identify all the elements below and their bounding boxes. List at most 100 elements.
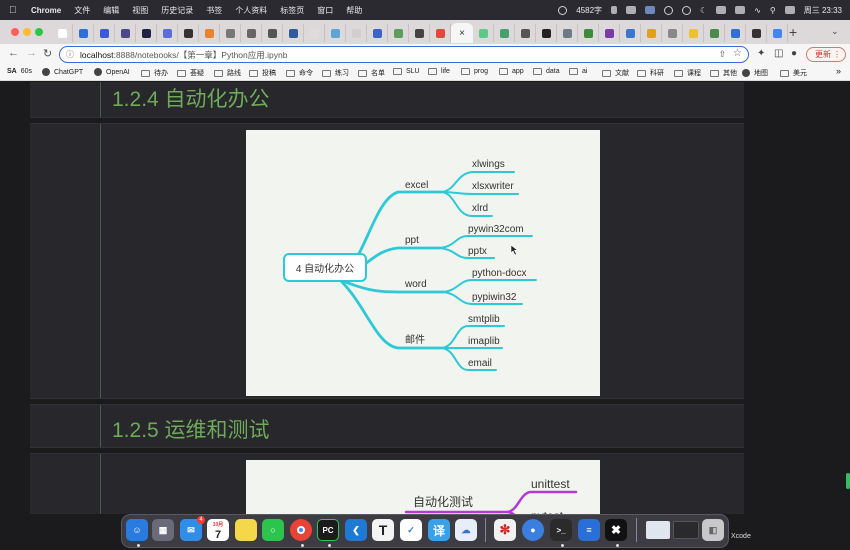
bookmark-item[interactable]: 待办 [141,68,168,78]
finder-icon[interactable]: ☺ [126,519,148,541]
profile-avatar-icon[interactable]: ● [791,48,797,59]
browser-tab[interactable] [641,24,662,42]
bookmark-item[interactable]: 练习 [322,68,349,78]
browser-tab[interactable] [725,24,746,42]
browser-tab[interactable] [578,24,599,42]
menu-profiles[interactable]: 个人资料 [235,5,267,16]
bookmark-item[interactable]: SLU [393,68,420,75]
browser-tab[interactable] [94,24,115,42]
menu-file[interactable]: 文件 [74,5,90,16]
address-url[interactable]: localhost:8888/notebooks/【第一章】Python应用.i… [80,49,287,61]
share-icon[interactable]: ⇧ [718,49,726,60]
menu-app-name[interactable]: Chrome [31,6,61,15]
bookmark-item[interactable]: 路线 [214,68,241,78]
acrobat-icon[interactable]: ✼ [494,519,516,541]
bookmark-item[interactable]: life [428,68,450,75]
typora-icon[interactable]: T [372,519,394,541]
browser-tab[interactable] [220,24,241,42]
browser-tab[interactable] [178,24,199,42]
bookmark-item[interactable]: 其他 [710,68,737,78]
browser-tab[interactable] [599,24,620,42]
bookmarks-overflow-button[interactable]: » [836,66,841,76]
close-window-button[interactable] [11,28,19,36]
browser-tab[interactable] [346,24,367,42]
menu-help[interactable]: 帮助 [346,5,362,16]
launchpad-icon[interactable]: ▦ [152,519,174,541]
browser-tab[interactable] [494,24,515,42]
address-bar[interactable]: ⓘ localhost:8888/notebooks/【第一章】Python应用… [59,46,749,63]
bookmark-item[interactable]: 名单 [358,68,385,78]
markdown-cell-office-mindmap[interactable]: 4 自动化办公 excel ppt word 邮件 xlwings xlsxwr… [30,123,744,399]
side-panel-icon[interactable]: ◫ [774,48,783,59]
menu-edit[interactable]: 编辑 [103,5,119,16]
translate-app-icon[interactable]: 译 [428,519,450,541]
back-button[interactable]: ← [8,47,19,59]
tab-close-icon[interactable]: × [459,28,465,39]
side-widget[interactable] [846,473,850,489]
bookmark-item[interactable]: 科研 [637,68,664,78]
browser-tab[interactable] [304,24,325,42]
browser-tab[interactable] [620,24,641,42]
menu-tabs[interactable]: 标签页 [280,5,304,16]
bookmark-item[interactable]: ChatGPT [42,68,83,76]
browser-tab[interactable] [157,24,178,42]
cloud-icon[interactable] [682,5,692,15]
bookmark-item[interactable]: 地图 [742,68,768,78]
qq-icon[interactable]: ● [522,519,544,541]
extensions-icon[interactable]: ✦ [757,48,765,59]
bookmark-item[interactable]: 命令 [286,68,313,78]
browser-tab[interactable] [662,24,683,42]
notes-icon[interactable] [235,519,257,541]
browser-tab[interactable] [388,24,409,42]
volume-icon[interactable] [626,6,637,14]
dingtalk-icon[interactable]: ≡ [578,519,600,541]
browser-tab-active[interactable]: × [451,23,473,43]
browser-tab[interactable] [241,24,262,42]
browser-tab[interactable] [52,24,73,42]
menu-history[interactable]: 历史记录 [161,5,193,16]
link-icon[interactable] [664,5,674,15]
bookmark-item[interactable]: OpenAI [94,68,130,76]
moon-icon[interactable]: ☾ [700,6,707,15]
bookmark-item[interactable]: ai [569,68,587,75]
update-button[interactable]: 更新 ⋮ [806,47,846,62]
browser-tab[interactable] [683,24,704,42]
bookmark-item[interactable]: 美元 [780,68,807,78]
clock[interactable]: 周三 23:33 [804,5,842,16]
browser-tab[interactable] [536,24,557,42]
markdown-cell-heading-125[interactable]: 1.2.5 运维和测试 [30,404,744,448]
menu-view[interactable]: 视图 [132,5,148,16]
minimized-window-preview[interactable] [646,521,670,539]
new-tab-button[interactable]: + [789,24,797,40]
bookmark-item[interactable]: 文献 [602,68,629,78]
bookmark-item[interactable]: 投稿 [249,68,276,78]
record-icon[interactable] [558,5,568,15]
vscode-icon[interactable]: ❮ [345,519,367,541]
browser-tab[interactable] [430,24,451,42]
zoom-window-button[interactable] [35,28,43,36]
toggle-icon[interactable] [735,6,746,14]
browser-tab[interactable] [557,24,578,42]
browser-tab[interactable] [704,24,725,42]
terminal-icon[interactable]: >_ [550,519,572,541]
browser-tab[interactable] [409,24,430,42]
forward-button[interactable]: → [26,47,37,59]
browser-tab[interactable] [136,24,157,42]
browser-tab[interactable] [473,24,494,42]
browser-tab[interactable] [746,24,767,42]
browser-tab[interactable] [767,24,788,42]
browser-tab[interactable] [199,24,220,42]
bookmark-item[interactable]: data [533,68,560,75]
minimize-window-button[interactable] [23,28,31,36]
markdown-cell-testing-mindmap[interactable]: 自动化测试 unittest pytest [30,453,744,514]
control-center-icon[interactable] [784,6,795,14]
pycharm-icon[interactable]: PC [317,519,339,541]
chrome-icon[interactable] [290,519,312,541]
reload-button[interactable]: ↻ [43,47,52,60]
wifi-icon[interactable]: ∿ [754,6,761,15]
bookmark-item[interactable]: SA 60s [7,68,32,75]
markdown-cell-heading-124[interactable]: 1.2.4 自动化办公 [30,82,744,118]
word-count[interactable]: 4582字 [576,5,602,16]
bookmark-item[interactable]: 荟疑 [177,68,204,78]
browser-tab[interactable] [367,24,388,42]
